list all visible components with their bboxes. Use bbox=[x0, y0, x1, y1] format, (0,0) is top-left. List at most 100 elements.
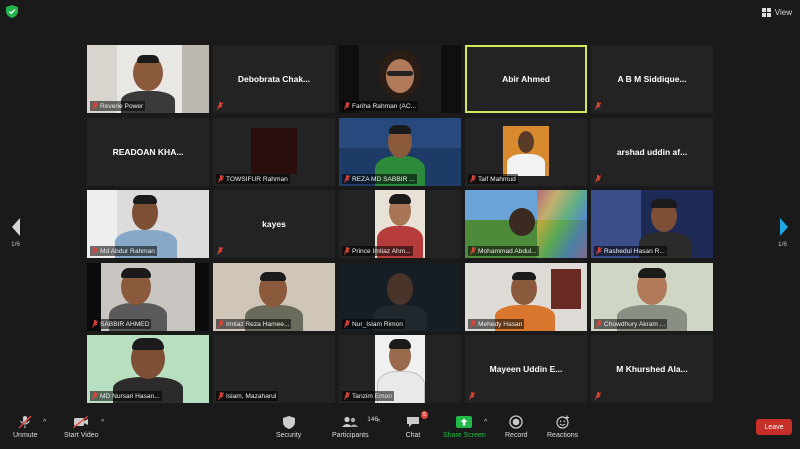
muted-mic-icon bbox=[595, 392, 601, 400]
muted-mic-icon bbox=[344, 247, 350, 255]
muted-mic-icon bbox=[344, 175, 350, 183]
participant-name: kayes bbox=[262, 219, 286, 229]
unmute-label: Unmute bbox=[13, 432, 38, 439]
left-page-number: 1/6 bbox=[11, 241, 21, 248]
participant-name: A B M Siddique... bbox=[617, 74, 687, 84]
muted-mic-icon bbox=[217, 102, 223, 110]
participant-tile[interactable]: TOWSIFUR Rahman bbox=[213, 118, 335, 186]
participant-label: REZA MD SABBIR ... bbox=[342, 174, 417, 184]
participant-name: Tanzim Emon bbox=[352, 392, 392, 400]
share-options-chevron-up-icon[interactable]: ^ bbox=[484, 419, 487, 426]
participant-tile[interactable]: Chowdhury Akram ... bbox=[591, 263, 713, 331]
participant-tile[interactable]: Prince Imtiaz Ahm... bbox=[339, 190, 461, 258]
muted-mic-icon bbox=[595, 102, 601, 110]
record-icon bbox=[507, 415, 525, 429]
participant-name: READOAN KHA... bbox=[112, 147, 184, 157]
participant-tile[interactable]: READOAN KHA... bbox=[87, 118, 209, 186]
muted-mic-icon bbox=[218, 392, 224, 400]
reactions-label: Reactions bbox=[547, 432, 579, 439]
chat-button[interactable]: 5 Chat bbox=[404, 411, 428, 439]
video-off-icon bbox=[72, 415, 90, 429]
leave-button[interactable]: Leave bbox=[756, 419, 792, 435]
participant-tile[interactable]: SABBIR AHMED bbox=[87, 263, 209, 331]
participant-tile[interactable]: Tanzim Emon bbox=[339, 335, 461, 403]
audio-options-chevron-up-icon[interactable]: ^ bbox=[43, 419, 46, 426]
participant-label: SABBIR AHMED bbox=[90, 319, 152, 329]
muted-mic-icon bbox=[470, 247, 476, 255]
right-page-number: 1/6 bbox=[778, 241, 788, 248]
participant-name: MD Nursari Hasan... bbox=[100, 392, 160, 400]
muted-mic-icon bbox=[595, 175, 601, 183]
view-label: View bbox=[774, 7, 792, 17]
participant-tile[interactable]: arshad uddin af... bbox=[591, 118, 713, 186]
participant-tile[interactable]: Taif Mahmud bbox=[465, 118, 587, 186]
participant-tile[interactable]: Mayeen Uddin E... bbox=[465, 335, 587, 403]
participant-tile[interactable]: Rashedul Hasan R... bbox=[591, 190, 713, 258]
participant-label: Tanzim Emon bbox=[342, 391, 394, 401]
share-screen-label: Share Screen bbox=[443, 432, 486, 439]
participant-name: Nur_Islam Rimon bbox=[352, 320, 403, 328]
muted-mic-icon bbox=[92, 320, 98, 328]
smiley-plus-icon bbox=[554, 415, 572, 429]
participant-tile[interactable]: kayes bbox=[213, 190, 335, 258]
view-button[interactable]: View bbox=[761, 5, 792, 19]
participant-tile[interactable]: MD Nursari Hasan... bbox=[87, 335, 209, 403]
muted-mic-icon bbox=[218, 175, 224, 183]
participant-label: MD Nursari Hasan... bbox=[90, 391, 162, 401]
participant-name: Fariha Rahman (AC... bbox=[352, 102, 417, 110]
participant-label: Mohammad Abdul... bbox=[468, 246, 539, 256]
participant-name: SABBIR AHMED bbox=[100, 320, 150, 328]
muted-mic-icon bbox=[92, 247, 98, 255]
muted-mic-icon bbox=[92, 102, 98, 110]
grid-view-icon bbox=[761, 7, 771, 17]
record-label: Record bbox=[505, 432, 528, 439]
muted-mic-icon bbox=[596, 320, 602, 328]
participant-label: Mehedy Hasan bbox=[468, 319, 525, 329]
security-shield-icon bbox=[6, 5, 18, 18]
participant-name: Reverie Power bbox=[100, 102, 144, 110]
next-page-arrow-icon[interactable] bbox=[777, 212, 791, 242]
muted-mic-icon bbox=[344, 102, 350, 110]
share-screen-button[interactable]: Share Screen bbox=[443, 415, 486, 439]
muted-mic-icon bbox=[16, 415, 34, 429]
chat-bubble-icon: 5 bbox=[404, 411, 428, 429]
participant-name: M Khurshed Ala... bbox=[616, 364, 688, 374]
participant-tile[interactable]: A B M Siddique... bbox=[591, 45, 713, 113]
participants-options-chevron-up-icon[interactable]: ^ bbox=[377, 419, 380, 426]
participants-button[interactable]: 146 Participants bbox=[332, 415, 378, 439]
participant-tile[interactable]: Mohammad Abdul... bbox=[465, 190, 587, 258]
chat-label: Chat bbox=[405, 432, 421, 439]
start-video-label: Start Video bbox=[64, 432, 99, 439]
participant-tile[interactable]: M Khurshed Ala... bbox=[591, 335, 713, 403]
participant-tile[interactable]: REZA MD SABBIR ... bbox=[339, 118, 461, 186]
video-options-chevron-up-icon[interactable]: ^ bbox=[101, 419, 104, 426]
participant-name: TOWSIFUR Rahman bbox=[226, 175, 288, 183]
participant-label: Rashedul Hasan R... bbox=[594, 246, 667, 256]
record-button[interactable]: Record bbox=[505, 415, 528, 439]
unmute-button[interactable]: Unmute bbox=[13, 415, 38, 439]
participant-tile[interactable]: Reverie Power bbox=[87, 45, 209, 113]
participant-tile[interactable]: Mehedy Hasan bbox=[465, 263, 587, 331]
participant-tile[interactable]: Islam, Mazaharul bbox=[213, 335, 335, 403]
participant-name: Prince Imtiaz Ahm... bbox=[352, 247, 411, 255]
reactions-button[interactable]: Reactions bbox=[547, 415, 578, 439]
participant-tile[interactable]: Imtiaz Reza Hamee... bbox=[213, 263, 335, 331]
participant-label: Chowdhury Akram ... bbox=[594, 319, 668, 329]
participant-tile-active-speaker[interactable]: Abir Ahmed bbox=[465, 45, 587, 113]
participant-name: Chowdhury Akram ... bbox=[604, 320, 666, 328]
security-button[interactable]: Security bbox=[276, 415, 301, 439]
participant-name: Rashedul Hasan R... bbox=[604, 247, 665, 255]
participant-tile[interactable]: Md Abdur Rahman bbox=[87, 190, 209, 258]
start-video-button[interactable]: Start Video bbox=[64, 415, 99, 439]
participant-label: Nur_Islam Rimon bbox=[342, 319, 405, 329]
participant-name: Mohammad Abdul... bbox=[478, 247, 537, 255]
participant-label: Md Abdur Rahman bbox=[90, 246, 157, 256]
muted-mic-icon bbox=[470, 175, 476, 183]
participant-label: Imtiaz Reza Hamee... bbox=[216, 319, 292, 329]
participant-tile[interactable]: Fariha Rahman (AC... bbox=[339, 45, 461, 113]
previous-page-arrow-icon[interactable] bbox=[9, 212, 23, 242]
participant-tile[interactable]: Debobrata Chak... bbox=[213, 45, 335, 113]
participant-name: arshad uddin af... bbox=[616, 147, 688, 157]
participant-label: Taif Mahmud bbox=[468, 174, 518, 184]
participant-tile[interactable]: Nur_Islam Rimon bbox=[339, 263, 461, 331]
